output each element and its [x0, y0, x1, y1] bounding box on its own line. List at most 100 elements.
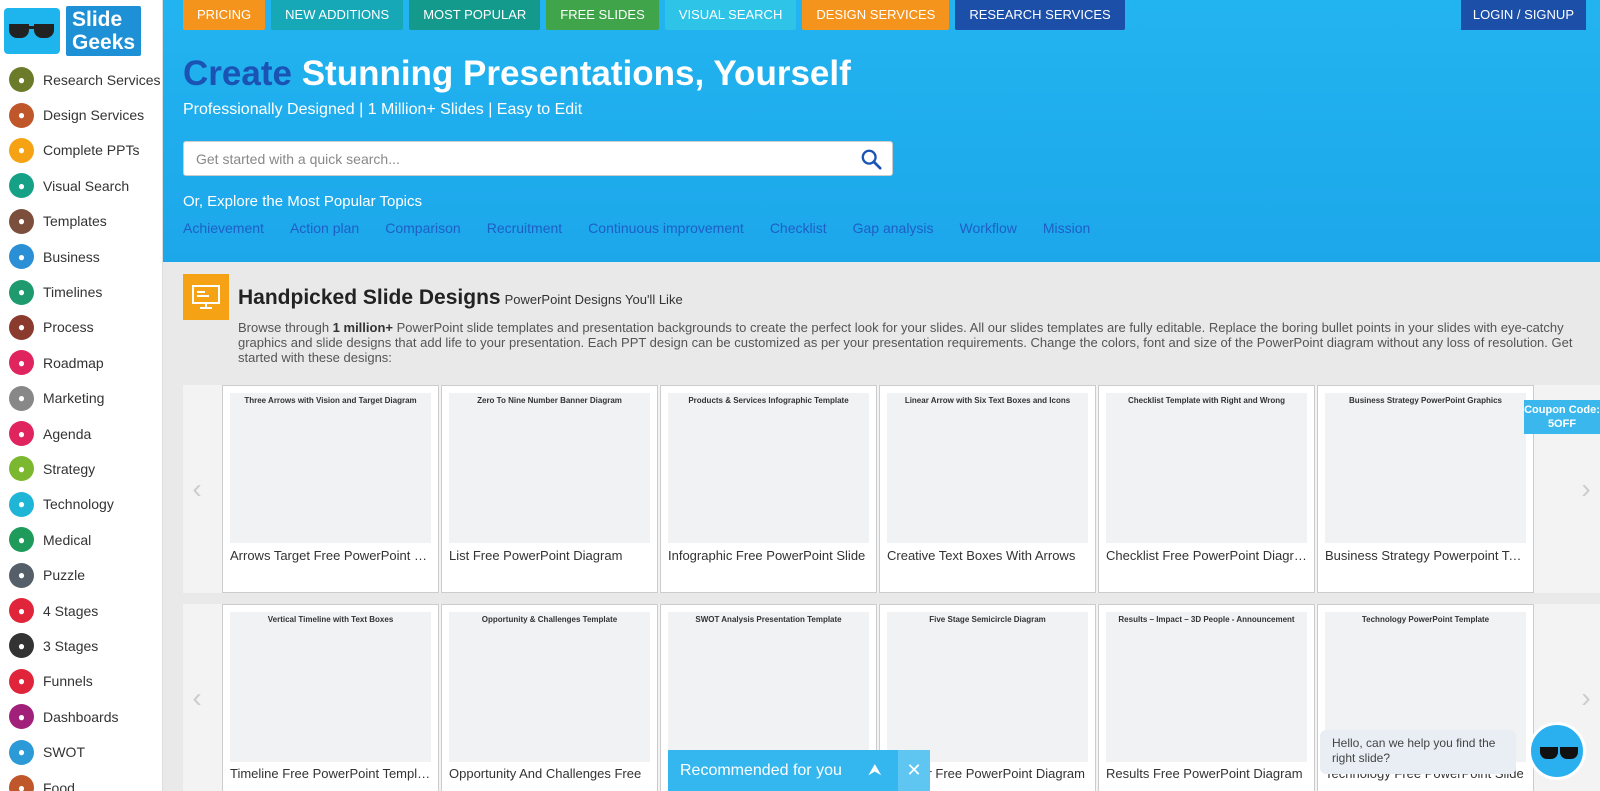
sidebar-item-design-services[interactable]: ● Design Services — [0, 97, 162, 132]
slide-thumbnail[interactable]: Opportunity & Challenges Template — [449, 612, 650, 762]
sidebar-item-medical[interactable]: ● Medical — [0, 522, 162, 557]
topic-link[interactable]: Action plan — [290, 220, 359, 236]
sidebar-item-process[interactable]: ● Process — [0, 310, 162, 345]
sidebar-item-label: Roadmap — [43, 354, 104, 371]
topnav-new-additions[interactable]: NEW ADDITIONS — [271, 0, 404, 30]
slide-caption[interactable]: List Free PowerPoint Diagram — [449, 548, 652, 563]
sidebar-item-timelines[interactable]: ● Timelines — [0, 274, 162, 309]
sidebar-item-3-stages[interactable]: ● 3 Stages — [0, 628, 162, 663]
sidebar-item-label: Business — [43, 248, 100, 265]
topic-link[interactable]: Checklist — [770, 220, 827, 236]
explore-topics-label: Or, Explore the Most Popular Topics — [183, 193, 423, 210]
topnav-design-services[interactable]: DESIGN SERVICES — [802, 0, 950, 30]
topnav-pricing[interactable]: PRICING — [183, 0, 266, 30]
slide-caption[interactable]: Checklist Free PowerPoint Diagram — [1106, 548, 1309, 563]
slide-thumbnail[interactable]: Products & Services Infographic Template — [668, 393, 869, 543]
topnav-research-services[interactable]: RESEARCH SERVICES — [955, 0, 1125, 30]
topic-link[interactable]: Workflow — [960, 220, 1017, 236]
sidebar-item-label: Research Services — [43, 71, 161, 88]
sidebar-item-label: Complete PPTs — [43, 142, 140, 159]
slide-thumbnail[interactable]: Zero To Nine Number Banner Diagram — [449, 393, 650, 543]
slide-thumbnail[interactable]: Business Strategy PowerPoint Graphics — [1325, 393, 1526, 543]
topnav-free-slides[interactable]: FREE SLIDES — [546, 0, 659, 30]
technology-icon: ● — [9, 491, 34, 517]
slide-caption[interactable]: Arrows Target Free PowerPoint Diagram — [230, 548, 433, 563]
slide-caption[interactable]: Business Strategy Powerpoint Template — [1325, 548, 1528, 563]
carousel-left-arrow[interactable]: ‹ — [183, 385, 211, 593]
slide-caption[interactable]: Creative Text Boxes With Arrows — [887, 548, 1090, 563]
slide-caption[interactable]: Infographic Free PowerPoint Slide — [668, 548, 871, 563]
topic-link[interactable]: Recruitment — [487, 220, 562, 236]
sidebar-item-puzzle[interactable]: ● Puzzle — [0, 557, 162, 592]
chevron-up-icon[interactable]: ⮝ — [868, 762, 898, 780]
slide-thumbnail[interactable]: SWOT Analysis Presentation Template — [668, 612, 869, 762]
slide-card[interactable]: Linear Arrow with Six Text Boxes and Ico… — [879, 385, 1096, 593]
topic-link[interactable]: Continuous improvement — [588, 220, 744, 236]
topic-link[interactable]: Mission — [1043, 220, 1090, 236]
sidebar-item-swot[interactable]: ● SWOT — [0, 734, 162, 769]
glasses-logo-icon — [4, 8, 60, 54]
strategy-icon: ● — [9, 456, 34, 482]
slide-card[interactable]: Zero To Nine Number Banner Diagram List … — [441, 385, 658, 593]
sidebar-item-research-services[interactable]: ● Research Services — [0, 62, 162, 97]
sidebar-item-technology[interactable]: ● Technology — [0, 487, 162, 522]
hero-title: Create Stunning Presentations, Yourself — [183, 54, 851, 93]
sidebar-item-templates[interactable]: ● Templates — [0, 204, 162, 239]
agenda-icon: ● — [9, 421, 34, 447]
thumbnail-title: Zero To Nine Number Banner Diagram — [477, 396, 622, 405]
topic-link[interactable]: Comparison — [385, 220, 460, 236]
slide-thumbnail[interactable]: Linear Arrow with Six Text Boxes and Ico… — [887, 393, 1088, 543]
slide-thumbnail[interactable]: Vertical Timeline with Text Boxes — [230, 612, 431, 762]
slide-card[interactable]: Results – Impact – 3D People - Announcem… — [1098, 604, 1315, 791]
sidebar-item-business[interactable]: ● Business — [0, 239, 162, 274]
slide-caption[interactable]: Results Free PowerPoint Diagram — [1106, 766, 1309, 781]
sidebar-item-strategy[interactable]: ● Strategy — [0, 451, 162, 486]
sidebar-item-visual-search[interactable]: ● Visual Search — [0, 168, 162, 203]
topic-link[interactable]: Gap analysis — [853, 220, 934, 236]
login-signup-button[interactable]: LOGIN / SIGNUP — [1460, 0, 1586, 30]
slide-thumbnail[interactable]: Checklist Template with Right and Wrong — [1106, 393, 1307, 543]
sidebar-item-roadmap[interactable]: ● Roadmap — [0, 345, 162, 380]
close-icon[interactable]: ✕ — [898, 750, 930, 791]
timeline-icon: ● — [9, 279, 34, 305]
slide-card[interactable]: Products & Services Infographic Template… — [660, 385, 877, 593]
sidebar-item-food[interactable]: ● Food — [0, 770, 162, 791]
slide-card[interactable]: Vertical Timeline with Text Boxes Timeli… — [222, 604, 439, 791]
sidebar-item-funnels[interactable]: ● Funnels — [0, 664, 162, 699]
design-icon: ● — [9, 102, 34, 128]
sidebar-item-dashboards[interactable]: ● Dashboards — [0, 699, 162, 734]
sidebar-item-marketing[interactable]: ● Marketing — [0, 381, 162, 416]
swot-icon: ● — [9, 739, 34, 765]
slide-card[interactable]: Three Arrows with Vision and Target Diag… — [222, 385, 439, 593]
research-icon: ● — [9, 67, 34, 93]
slide-caption[interactable]: Opportunity And Challenges Free — [449, 766, 652, 781]
slide-card[interactable]: Business Strategy PowerPoint Graphics Bu… — [1317, 385, 1534, 593]
sidebar-item-agenda[interactable]: ● Agenda — [0, 416, 162, 451]
medical-icon: ● — [9, 527, 34, 553]
dashboard-icon: ● — [9, 704, 34, 730]
slide-card[interactable]: Checklist Template with Right and Wrong … — [1098, 385, 1315, 593]
chat-bubble[interactable]: Hello, can we help you find the right sl… — [1320, 730, 1516, 774]
search-icon[interactable] — [860, 148, 882, 170]
sidebar-item-label: Food — [43, 779, 75, 791]
chat-avatar-icon[interactable] — [1528, 722, 1586, 780]
topic-link[interactable]: Achievement — [183, 220, 264, 236]
coupon-badge[interactable]: Coupon Code: 5OFF — [1524, 400, 1600, 434]
sidebar-item-4-stages[interactable]: ● 4 Stages — [0, 593, 162, 628]
slide-caption[interactable]: Timeline Free PowerPoint Template — [230, 766, 433, 781]
slide-thumbnail[interactable]: Five Stage Semicircle Diagram — [887, 612, 1088, 762]
slide-thumbnail[interactable]: Results – Impact – 3D People - Announcem… — [1106, 612, 1307, 762]
slide-card[interactable]: Opportunity & Challenges Template Opport… — [441, 604, 658, 791]
topnav-most-popular[interactable]: MOST POPULAR — [409, 0, 541, 30]
funnel-icon: ● — [9, 668, 34, 694]
slide-thumbnail[interactable]: Three Arrows with Vision and Target Diag… — [230, 393, 431, 543]
search-box — [183, 141, 893, 176]
topnav-visual-search[interactable]: VISUAL SEARCH — [664, 0, 797, 30]
carousel-left-arrow[interactable]: ‹ — [183, 604, 211, 791]
sidebar-item-complete-ppts[interactable]: ● Complete PPTs — [0, 133, 162, 168]
recommended-bar[interactable]: Recommended for you ⮝ ✕ — [668, 750, 930, 791]
search-input[interactable] — [184, 142, 844, 175]
top-navigation: PRICING NEW ADDITIONS MOST POPULAR FREE SLI… — [183, 0, 1131, 30]
site-logo[interactable]: Slide Geeks — [0, 0, 162, 62]
ppt-icon: ● — [9, 137, 34, 163]
